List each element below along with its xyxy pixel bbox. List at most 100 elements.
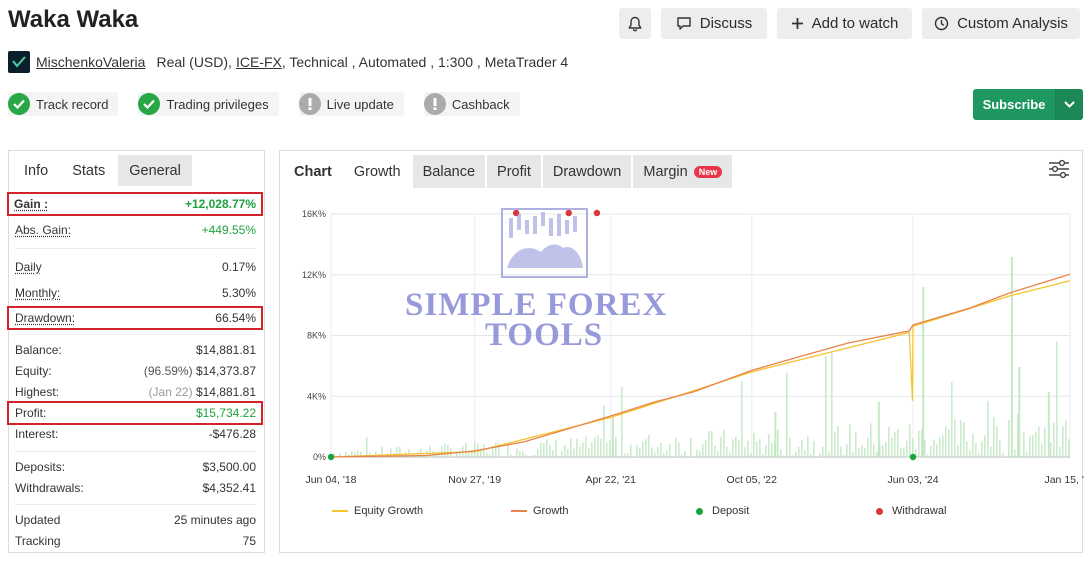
balance-value: $14,881.81	[195, 343, 256, 357]
volume-bar	[1050, 442, 1052, 457]
highest-value: $14,881.81	[195, 385, 256, 399]
volume-bar	[804, 450, 806, 457]
volume-bar	[699, 450, 701, 457]
volume-bar	[714, 445, 716, 457]
volume-bar	[585, 436, 587, 457]
volume-bar	[978, 453, 980, 457]
volume-bar	[906, 440, 908, 457]
volume-bar	[690, 437, 692, 457]
volume-bar	[882, 445, 884, 457]
page-title: Waka Waka	[8, 6, 139, 33]
volume-bar	[627, 453, 629, 457]
legend-deposit[interactable]: Deposit	[696, 503, 749, 519]
volume-bar	[708, 431, 710, 457]
equity-percent: (96.59%)	[143, 364, 193, 378]
badge-label: Live update	[326, 96, 394, 112]
user-link[interactable]: MischenkoValeria	[36, 54, 145, 70]
monthly-label[interactable]: Monthly:	[15, 286, 60, 300]
volume-bar	[1005, 456, 1007, 457]
volume-bar	[555, 439, 557, 457]
volume-bar	[753, 432, 755, 457]
stat-highest: Highest: (Jan 22) $14,881.81	[15, 382, 256, 402]
volume-bar	[843, 454, 845, 457]
badge-trading-privileges[interactable]: Trading privileges	[138, 92, 279, 116]
abs-gain-label[interactable]: Abs. Gain:	[15, 223, 71, 237]
broker-link[interactable]: ICE-FX	[236, 54, 282, 70]
volume-bar	[597, 435, 599, 457]
volume-bar	[942, 435, 944, 457]
volume-bar	[954, 419, 956, 457]
volume-bar	[534, 454, 536, 457]
badge-live-update[interactable]: Live update	[298, 92, 404, 116]
badge-cashback[interactable]: Cashback	[423, 92, 520, 116]
daily-label[interactable]: Daily	[15, 260, 42, 274]
stat-balance: Balance: $14,881.81	[15, 340, 256, 360]
custom-analysis-label: Custom Analysis	[957, 15, 1068, 32]
volume-bar	[768, 434, 770, 457]
drawdown-label[interactable]: Drawdown:	[15, 311, 75, 325]
volume-bar	[1023, 432, 1025, 457]
badge-track-record[interactable]: Track record	[8, 92, 119, 116]
growth-chart[interactable]: 0% 4K% 8K% 12K% 16K% Jun 04, '18 Nov 27, '19 Ap…	[280, 151, 1084, 554]
volume-bar	[1062, 426, 1064, 457]
deposit-swatch	[696, 507, 703, 515]
discuss-button[interactable]: Discuss	[661, 8, 767, 39]
volume-bar	[519, 450, 521, 457]
clock-icon	[934, 16, 949, 31]
y-tick-label: 12K%	[302, 270, 326, 280]
volume-bar	[537, 449, 539, 457]
tab-stats[interactable]: Stats	[61, 155, 117, 186]
volume-bar	[444, 443, 446, 457]
volume-bar	[922, 287, 925, 457]
volume-bar	[774, 412, 777, 457]
equity-value: $14,373.87	[195, 364, 256, 378]
volume-bar	[516, 448, 518, 457]
volume-bar	[465, 442, 467, 457]
legend-growth[interactable]: Growth	[511, 503, 568, 519]
subscribe-button[interactable]: Subscribe	[973, 89, 1083, 120]
volume-bar	[594, 437, 596, 457]
volume-bar	[888, 427, 890, 457]
volume-bar	[738, 440, 740, 457]
volume-bar	[885, 441, 887, 457]
tab-general[interactable]: General	[118, 155, 192, 186]
legend-equity-growth[interactable]: Equity Growth	[332, 503, 423, 519]
volume-bar	[834, 431, 836, 457]
volume-bar	[579, 446, 581, 457]
volume-bar	[741, 381, 743, 457]
volume-bar	[495, 442, 497, 457]
equity-swatch	[332, 510, 348, 512]
add-to-watch-button[interactable]: Add to watch	[777, 8, 912, 39]
gain-value: +12,028.77%	[184, 197, 256, 211]
volume-bar	[567, 449, 569, 457]
tab-info[interactable]: Info	[13, 155, 60, 186]
volume-bar	[966, 441, 968, 457]
profit-value: $15,734.22	[195, 406, 256, 420]
badge-row: Track record Trading privileges Live upd…	[8, 92, 540, 116]
volume-bar	[996, 426, 998, 457]
user-avatar[interactable]	[8, 51, 30, 73]
volume-bar	[759, 438, 761, 457]
volume-bar	[960, 420, 962, 457]
volume-bar	[792, 455, 794, 457]
volume-bar	[681, 454, 683, 457]
chat-icon	[676, 16, 692, 31]
notify-button[interactable]	[619, 8, 651, 39]
chevron-down-icon[interactable]	[1055, 89, 1083, 120]
volume-bar	[615, 437, 617, 457]
gain-label[interactable]: Gain :	[14, 197, 48, 211]
volume-bar	[1053, 422, 1055, 457]
volume-bar	[1014, 449, 1016, 457]
volume-bar	[474, 441, 476, 457]
volume-bar	[660, 442, 662, 457]
legend-label: Deposit	[712, 505, 750, 517]
legend-withdrawal[interactable]: Withdrawal	[876, 503, 946, 519]
volume-bar	[648, 434, 650, 457]
deposit-point	[909, 453, 917, 461]
plus-icon	[791, 17, 804, 30]
volume-bar	[618, 455, 620, 457]
check-icon	[8, 93, 30, 115]
volume-bar	[666, 450, 668, 457]
custom-analysis-button[interactable]: Custom Analysis	[922, 8, 1080, 39]
daily-value: 0.17%	[221, 260, 256, 274]
